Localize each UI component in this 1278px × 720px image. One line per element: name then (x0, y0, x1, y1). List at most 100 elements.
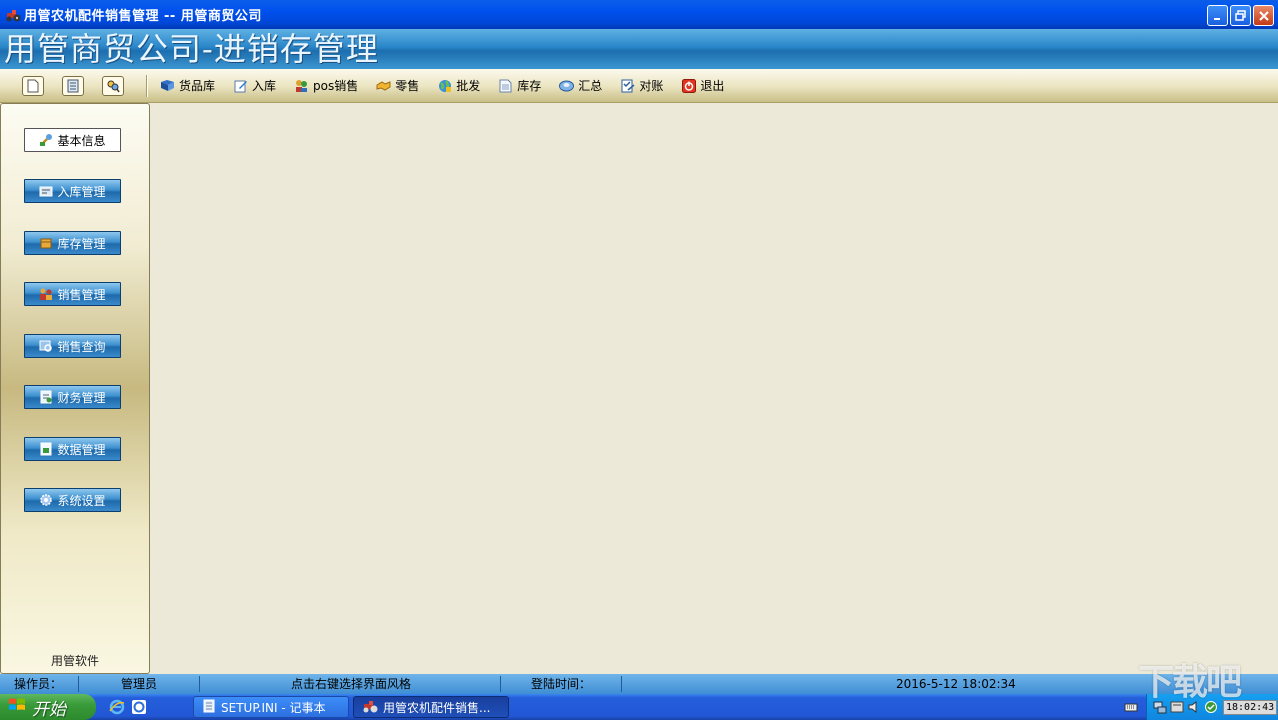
toolbar-label: 对账 (639, 79, 664, 93)
checklist-icon (620, 78, 635, 93)
sidebar-item-settings[interactable]: 系统设置 (24, 488, 121, 512)
users-icon (39, 287, 53, 301)
box-icon (39, 236, 53, 250)
sidebar-item-label: 基本信息 (57, 133, 106, 148)
new-document-button[interactable] (22, 75, 44, 96)
taskbar: 开始 SETUP.INI - 记事本 用管农机配件销售... 18:02:43 (0, 694, 1278, 720)
toolbar-label: 货品库 (179, 79, 216, 93)
sidebar-item-basic-info[interactable]: 基本信息 (24, 128, 121, 152)
new-document-icon (27, 79, 39, 92)
banner-title: 用管商贸公司-进销存管理 (4, 30, 379, 68)
app-tractor-icon (5, 7, 21, 23)
query-icon (39, 339, 53, 353)
status-divider (199, 676, 200, 692)
toolbar-label: pos销售 (313, 79, 359, 93)
handshake-icon (376, 78, 391, 93)
close-button[interactable] (1253, 5, 1274, 26)
toolbar-item-pos-sales[interactable]: pos销售 (292, 75, 360, 97)
sidebar-item-label: 销售管理 (57, 287, 106, 302)
sidebar-footer: 用管软件 (50, 654, 99, 668)
sidebar-item-label: 销售查询 (57, 339, 106, 354)
inbox-icon (39, 184, 53, 198)
restore-button[interactable] (1230, 5, 1251, 26)
sidebar-item-stock-in[interactable]: 入库管理 (24, 179, 121, 203)
toolbar-label: 入库 (252, 79, 277, 93)
login-time-label: 登陆时间： (531, 677, 592, 691)
status-bar: 操作员： 管理员 点击右键选择界面风格 登陆时间： 2016-5-12 18:0… (0, 674, 1278, 694)
notepad-icon (202, 699, 216, 716)
toolbar-label: 批发 (456, 79, 481, 93)
windows-logo-icon (8, 697, 26, 718)
toolbar-item-summary[interactable]: 汇总 (557, 75, 604, 97)
globe-icon (437, 78, 452, 93)
browser-icon[interactable] (130, 698, 148, 716)
toolbar-label: 零售 (395, 79, 420, 93)
task-app[interactable]: 用管农机配件销售... (353, 696, 509, 718)
toolbar-separator (146, 74, 148, 97)
tools-icon (39, 133, 53, 147)
notes-button[interactable] (62, 75, 84, 96)
operator-label: 操作员： (14, 677, 63, 691)
sidebar-item-finance[interactable]: 财务管理 (24, 385, 121, 409)
gear-icon (39, 493, 53, 507)
security-icon[interactable] (1204, 700, 1218, 714)
sidebar-item-label: 库存管理 (57, 236, 106, 251)
status-divider (500, 676, 501, 692)
edit-icon (233, 78, 248, 93)
task-notepad[interactable]: SETUP.INI - 记事本 (193, 696, 349, 718)
sidebar-item-data[interactable]: 数据管理 (24, 437, 121, 461)
taskbar-clock[interactable]: 18:02:43 (1223, 699, 1278, 715)
books-icon (160, 78, 175, 93)
disk-icon (559, 78, 575, 93)
sidebar-item-sales-query[interactable]: 销售查询 (24, 334, 121, 358)
toolbar-item-inventory[interactable]: 库存 (496, 75, 543, 97)
start-button[interactable]: 开始 (0, 694, 96, 720)
network-icon[interactable] (1153, 700, 1167, 714)
notes-icon (67, 79, 79, 92)
app-tractor-icon (362, 699, 378, 716)
keyboard-icon[interactable] (1124, 700, 1138, 714)
restore-icon (1235, 10, 1246, 21)
document-icon (498, 78, 513, 93)
sidebar-item-label: 系统设置 (57, 493, 106, 508)
app-banner: 用管商贸公司-进销存管理 (0, 29, 1278, 69)
sidebar: 基本信息 入库管理 库存管理 销售管理 销售查询 财务管理 数据管理 系统设置 … (0, 103, 150, 674)
toolbar-label: 汇总 (578, 79, 603, 93)
people-icon (294, 78, 309, 93)
minimize-button[interactable] (1207, 5, 1228, 26)
task-label: 用管农机配件销售... (383, 700, 491, 715)
toolbar-label: 库存 (517, 79, 542, 93)
database-icon (39, 442, 53, 456)
operator-value: 管理员 (121, 677, 158, 691)
status-divider (78, 676, 79, 692)
vm-icon[interactable] (1170, 700, 1184, 714)
status-hint: 点击右键选择界面风格 (291, 677, 412, 691)
toolbar: 货品库 入库 pos销售 零售 批发 库存 汇总 对账 退出 (0, 69, 1278, 103)
search-users-icon (107, 80, 120, 92)
sidebar-item-label: 入库管理 (57, 184, 106, 199)
sidebar-item-label: 数据管理 (57, 442, 106, 457)
sidebar-item-sales[interactable]: 销售管理 (24, 282, 121, 306)
status-divider (621, 676, 622, 692)
window-title: 用管农机配件销售管理 -- 用管商贸公司 (24, 9, 262, 24)
sidebar-item-inventory[interactable]: 库存管理 (24, 231, 121, 255)
toolbar-item-reconcile[interactable]: 对账 (618, 75, 665, 97)
login-datetime: 2016-5-12 18:02:34 (896, 677, 1016, 691)
toolbar-item-exit[interactable]: 退出 (679, 75, 726, 97)
minimize-icon (1213, 17, 1220, 20)
sidebar-item-label: 财务管理 (57, 390, 106, 405)
main-workspace[interactable] (151, 104, 1278, 674)
toolbar-item-retail[interactable]: 零售 (374, 75, 421, 97)
toolbar-item-stock-in[interactable]: 入库 (231, 75, 278, 97)
toolbar-item-goods[interactable]: 货品库 (158, 75, 217, 97)
close-icon (1258, 10, 1269, 21)
ie-icon[interactable] (108, 698, 126, 716)
task-label: SETUP.INI - 记事本 (221, 700, 326, 715)
start-label: 开始 (32, 699, 66, 720)
title-bar[interactable]: 用管农机配件销售管理 -- 用管商贸公司 (0, 0, 1278, 29)
power-icon (681, 78, 696, 93)
toolbar-item-wholesale[interactable]: 批发 (435, 75, 482, 97)
search-users-button[interactable] (102, 75, 124, 96)
volume-icon[interactable] (1187, 700, 1201, 714)
ledger-icon (39, 390, 53, 404)
